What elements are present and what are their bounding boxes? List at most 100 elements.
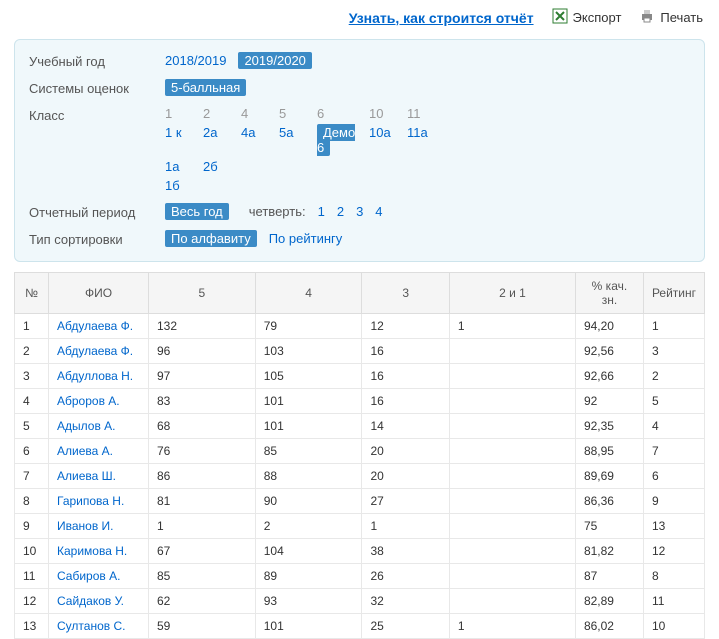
cell-rank: 8: [643, 564, 704, 589]
class-1a[interactable]: 1а: [165, 159, 179, 174]
cell-3: 16: [362, 389, 449, 414]
class-h-6: 6: [317, 106, 369, 121]
class-h-1: 1: [165, 106, 203, 121]
cell-pct: 87: [575, 564, 643, 589]
grading-values: 5-балльная: [165, 79, 690, 96]
class-row-1: 1 к 2а 4а 5а Демо 6 10а 11а: [165, 125, 445, 155]
top-toolbar: Узнать, как строится отчёт Экспорт Печат…: [0, 0, 719, 35]
cell-3: 20: [362, 464, 449, 489]
period-label: Отчетный период: [29, 203, 165, 220]
cell-name: Абдулаева Ф.: [49, 314, 149, 339]
student-link[interactable]: Алиева Ш.: [57, 469, 116, 483]
student-link[interactable]: Султанов С.: [57, 619, 125, 633]
student-link[interactable]: Аброров А.: [57, 394, 120, 408]
quarter-1[interactable]: 1: [318, 204, 325, 219]
cell-5: 59: [149, 614, 256, 639]
period-values: Весь год четверть: 1 2 3 4: [165, 203, 690, 220]
student-link[interactable]: Абдулаева Ф.: [57, 344, 133, 358]
quarter-3[interactable]: 3: [356, 204, 363, 219]
class-h-10: 10: [369, 106, 407, 121]
class-2b[interactable]: 2б: [203, 159, 218, 174]
student-link[interactable]: Сабиров А.: [57, 569, 120, 583]
th-21: 2 и 1: [449, 273, 575, 314]
year-values: 2018/2019 2019/2020: [165, 52, 690, 69]
table-row: 12Сайдаков У.62933282,8911: [15, 589, 705, 614]
class-values: 1 2 4 5 6 10 11 1 к 2а 4а 5а Демо 6 10а …: [165, 106, 690, 193]
cell-4: 105: [255, 364, 362, 389]
grading-label: Системы оценок: [29, 79, 165, 96]
cell-num: 3: [15, 364, 49, 389]
class-1k[interactable]: 1 к: [165, 125, 182, 140]
print-button[interactable]: Печать: [639, 8, 703, 27]
table-row: 10Каримова Н.671043881,8212: [15, 539, 705, 564]
cell-5: 81: [149, 489, 256, 514]
cell-rank: 9: [643, 489, 704, 514]
sort-rating[interactable]: По рейтингу: [269, 231, 343, 246]
cell-pct: 86,36: [575, 489, 643, 514]
cell-21: [449, 389, 575, 414]
class-h-5: 5: [279, 106, 317, 121]
period-full-year[interactable]: Весь год: [165, 203, 229, 220]
student-link[interactable]: Абдулаева Ф.: [57, 319, 133, 333]
class-11a[interactable]: 11а: [407, 125, 428, 140]
table-row: 2Абдулаева Ф.961031692,563: [15, 339, 705, 364]
student-link[interactable]: Иванов И.: [57, 519, 114, 533]
year-option-2019[interactable]: 2019/2020: [238, 52, 311, 69]
student-link[interactable]: Абдуллова Н.: [57, 369, 133, 383]
th-pct: % кач. зн.: [575, 273, 643, 314]
cell-num: 9: [15, 514, 49, 539]
cell-rank: 5: [643, 389, 704, 414]
cell-5: 132: [149, 314, 256, 339]
cell-num: 5: [15, 414, 49, 439]
quarter-4[interactable]: 4: [375, 204, 382, 219]
table-row: 7Алиева Ш.86882089,696: [15, 464, 705, 489]
cell-num: 4: [15, 389, 49, 414]
year-option-2018[interactable]: 2018/2019: [165, 53, 226, 68]
cell-name: Иванов И.: [49, 514, 149, 539]
cell-name: Алиева Ш.: [49, 464, 149, 489]
class-4a[interactable]: 4а: [241, 125, 255, 140]
cell-rank: 7: [643, 439, 704, 464]
student-link[interactable]: Каримова Н.: [57, 544, 127, 558]
cell-21: [449, 514, 575, 539]
sort-alpha[interactable]: По алфавиту: [165, 230, 257, 247]
cell-3: 12: [362, 314, 449, 339]
cell-pct: 94,20: [575, 314, 643, 339]
cell-pct: 88,95: [575, 439, 643, 464]
cell-name: Гарипова Н.: [49, 489, 149, 514]
class-5a[interactable]: 5а: [279, 125, 293, 140]
cell-name: Сабиров А.: [49, 564, 149, 589]
student-link[interactable]: Адылов А.: [57, 419, 116, 433]
cell-5: 96: [149, 339, 256, 364]
cell-3: 26: [362, 564, 449, 589]
cell-num: 11: [15, 564, 49, 589]
cell-num: 8: [15, 489, 49, 514]
printer-icon: [639, 8, 655, 27]
cell-rank: 4: [643, 414, 704, 439]
cell-name: Алиева А.: [49, 439, 149, 464]
class-10a[interactable]: 10а: [369, 125, 391, 140]
cell-5: 68: [149, 414, 256, 439]
cell-4: 89: [255, 564, 362, 589]
export-button[interactable]: Экспорт: [552, 8, 622, 27]
student-link[interactable]: Сайдаков У.: [57, 594, 124, 608]
cell-pct: 92,66: [575, 364, 643, 389]
sort-label: Тип сортировки: [29, 230, 165, 247]
th-num: №: [15, 273, 49, 314]
class-2a[interactable]: 2а: [203, 125, 217, 140]
cell-name: Адылов А.: [49, 414, 149, 439]
class-header-row: 1 2 4 5 6 10 11: [165, 106, 445, 121]
report-link[interactable]: Узнать, как строится отчёт: [349, 10, 534, 26]
cell-5: 1: [149, 514, 256, 539]
student-link[interactable]: Алиева А.: [57, 444, 113, 458]
cell-num: 12: [15, 589, 49, 614]
student-link[interactable]: Гарипова Н.: [57, 494, 124, 508]
cell-rank: 10: [643, 614, 704, 639]
quarter-2[interactable]: 2: [337, 204, 344, 219]
grading-option-5[interactable]: 5-балльная: [165, 79, 246, 96]
class-demo6[interactable]: Демо 6: [317, 124, 355, 156]
table-row: 4Аброров А.8310116925: [15, 389, 705, 414]
class-1b[interactable]: 1б: [165, 178, 180, 193]
table-row: 11Сабиров А.858926878: [15, 564, 705, 589]
class-h-2: 2: [203, 106, 241, 121]
